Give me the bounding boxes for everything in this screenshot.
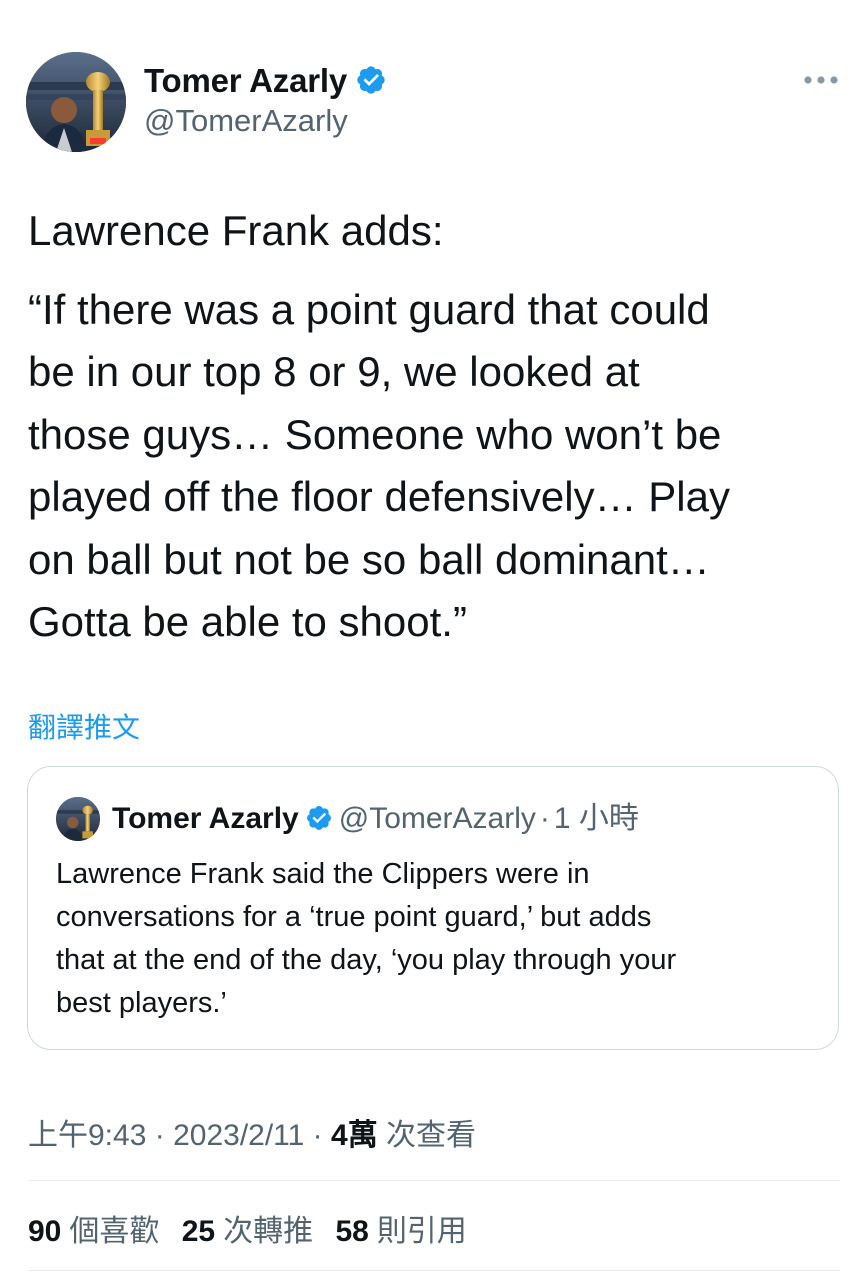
retweets-label: 次轉推 xyxy=(223,1215,314,1248)
quoted-author-avatar xyxy=(56,797,100,841)
likes-label: 個喜歡 xyxy=(69,1215,160,1248)
quoted-text-line: best players.’ xyxy=(56,987,227,1019)
more-options-icon[interactable] xyxy=(800,68,842,92)
author-avatar[interactable] xyxy=(26,52,126,152)
quotes-label: 則引用 xyxy=(376,1215,467,1248)
avatar-image xyxy=(26,52,126,152)
quoted-timestamp: 1 小時 xyxy=(553,802,639,835)
quoted-author-name: Tomer Azarly xyxy=(112,802,299,835)
tweet-text-line: on ball but not be so ball dominant… xyxy=(28,535,710,583)
tweet-text-line: those guys… Someone who won’t be xyxy=(28,410,722,458)
views-count: 4萬 xyxy=(331,1119,378,1152)
verified-badge-icon xyxy=(305,803,333,843)
meta-separator: · xyxy=(154,1119,165,1152)
quoted-tweet-header: Tomer Azarly @TomerAzarly · 1 小時 xyxy=(112,799,639,843)
likes-stat[interactable]: 90 個喜歡 xyxy=(28,1215,159,1248)
quoted-tweet-card[interactable]: Tomer Azarly @TomerAzarly · 1 小時 Lawrence F… xyxy=(27,766,839,1050)
quoted-tweet-text: Lawrence Frank said the Clippers were in… xyxy=(56,853,816,1025)
tweet-text-line: be in our top 8 or 9, we looked at xyxy=(28,348,640,395)
translate-tweet-link[interactable]: 翻譯推文 xyxy=(28,706,140,746)
author-handle[interactable]: @TomerAzarly xyxy=(144,103,348,139)
quoted-text-line: Lawrence Frank said the Clippers were in xyxy=(56,858,590,890)
tweet-text: Lawrence Frank adds: “If there was a poi… xyxy=(28,200,848,654)
tweet-time[interactable]: 上午9:43 xyxy=(28,1119,146,1152)
retweets-count: 25 xyxy=(181,1215,216,1248)
quotes-stat[interactable]: 58 則引用 xyxy=(335,1215,466,1248)
author-name-text: Tomer Azarly xyxy=(144,62,347,99)
tweet-stats: 90 個喜歡 25 次轉推 58 則引用 xyxy=(28,1206,481,1250)
tweet-date[interactable]: 2023/2/11 xyxy=(173,1119,304,1152)
quoted-text-line: conversations for a ‘true point guard,’ … xyxy=(56,901,652,933)
tweet-text-line: played off the floor defensively… Play xyxy=(28,473,730,520)
tweet-text-line: Gotta be able to shoot.” xyxy=(28,598,467,645)
divider xyxy=(28,1180,840,1181)
verified-badge-icon xyxy=(355,64,387,104)
author-name[interactable]: Tomer Azarly xyxy=(144,62,387,104)
quotes-count: 58 xyxy=(335,1215,369,1248)
quoted-text-line: that at the end of the day, ‘you play th… xyxy=(56,944,677,976)
quoted-author-handle: @TomerAzarly xyxy=(338,802,536,835)
meta-separator: · xyxy=(312,1119,323,1152)
views-label: 次查看 xyxy=(386,1119,477,1152)
quoted-separator: · xyxy=(539,802,550,835)
retweets-stat[interactable]: 25 次轉推 xyxy=(182,1215,313,1248)
quoted-avatar-image xyxy=(56,797,100,841)
divider xyxy=(28,1270,840,1271)
tweet-detail: Tomer Azarly @TomerAzarly Lawrence Frank… xyxy=(0,0,868,1280)
likes-count: 90 xyxy=(28,1215,62,1248)
tweet-text-line: Lawrence Frank adds: xyxy=(28,207,444,254)
tweet-meta: 上午9:43 · 2023/2/11 · 4萬 次查看 xyxy=(28,1110,476,1154)
tweet-text-line: “If there was a point guard that could xyxy=(28,285,710,333)
